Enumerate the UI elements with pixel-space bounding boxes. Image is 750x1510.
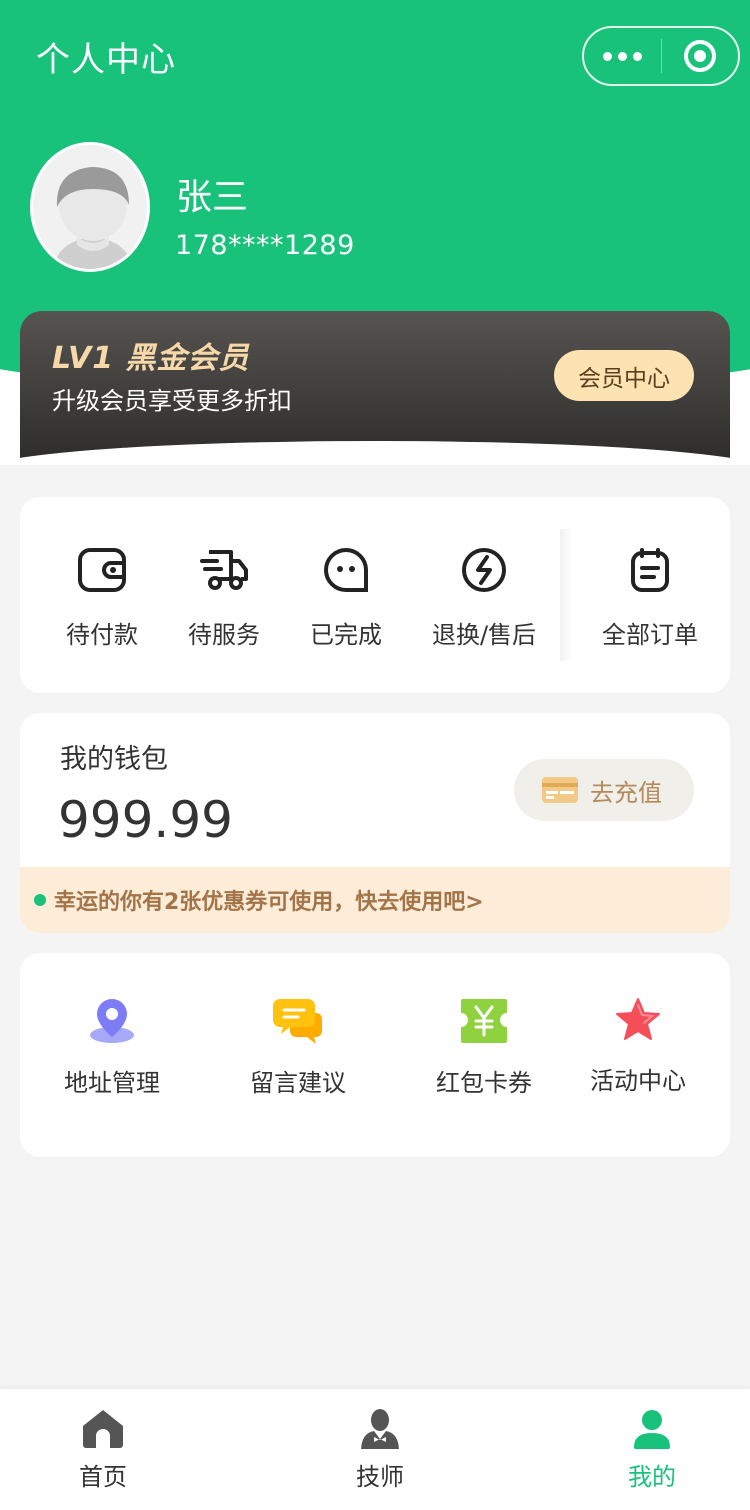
wallet-title: 我的钱包 xyxy=(60,744,168,775)
vip-card[interactable]: LV1 黑金会员 升级会员享受更多折扣 会员中心 xyxy=(20,311,730,461)
avatar[interactable] xyxy=(30,142,150,272)
service-address[interactable]: 地址管理 xyxy=(42,997,182,1098)
service-coupons[interactable]: 红包卡券 xyxy=(414,997,554,1098)
service-label: 地址管理 xyxy=(64,1069,160,1097)
target-circle-icon[interactable] xyxy=(662,40,739,72)
order-item-label: 已完成 xyxy=(310,621,382,649)
order-card: 待付款 待服务 已完成 退换/售后 全部订单 xyxy=(20,497,730,693)
technician-icon xyxy=(361,1409,399,1449)
coupon-notice-text: 幸运的你有2张优惠券可使用，快去使用吧> xyxy=(54,890,484,915)
tab-label: 技师 xyxy=(356,1463,404,1491)
service-feedback[interactable]: 留言建议 xyxy=(228,997,368,1098)
user-icon xyxy=(634,1410,670,1449)
delivery-truck-icon xyxy=(200,550,248,590)
service-label: 活动中心 xyxy=(590,1067,686,1095)
service-label: 留言建议 xyxy=(250,1069,346,1097)
order-item-pending-service[interactable]: 待服务 xyxy=(159,547,289,650)
user-name: 张三 xyxy=(176,177,249,218)
exchange-icon xyxy=(462,548,506,592)
order-item-pending-payment[interactable]: 待付款 xyxy=(37,547,167,650)
more-dots-icon[interactable] xyxy=(584,51,661,61)
notice-dot-icon xyxy=(34,894,46,906)
recharge-label: 去充值 xyxy=(590,778,662,807)
chat-bubbles-icon xyxy=(273,999,322,1044)
order-list-icon xyxy=(631,548,669,592)
page-title: 个人中心 xyxy=(36,40,176,80)
recharge-button[interactable]: 去充值 xyxy=(514,759,694,821)
order-item-completed[interactable]: 已完成 xyxy=(281,547,411,650)
order-item-label: 退换/售后 xyxy=(431,621,537,649)
order-item-label: 待付款 xyxy=(66,621,138,649)
vip-level-title: LV1 黑金会员 xyxy=(52,341,250,376)
coupon-notice[interactable]: 幸运的你有2张优惠券可使用，快去使用吧> xyxy=(20,867,730,933)
tab-technician[interactable]: 技师 xyxy=(320,1409,440,1492)
star-icon xyxy=(616,998,660,1040)
order-item-refund[interactable]: 退换/售后 xyxy=(419,547,549,650)
service-label: 红包卡券 xyxy=(436,1069,532,1097)
default-avatar-icon xyxy=(33,145,147,269)
location-pin-icon xyxy=(90,999,134,1043)
order-item-all[interactable]: 全部订单 xyxy=(585,547,715,650)
bottom-tab-bar: 首页 技师 我的 xyxy=(0,1388,750,1510)
wallet-icon xyxy=(78,548,126,592)
coupon-yen-icon xyxy=(461,999,507,1043)
card-icon xyxy=(542,777,578,803)
member-center-button[interactable]: 会员中心 xyxy=(554,350,694,401)
wallet-balance: 999.99 xyxy=(58,791,233,849)
tab-label: 我的 xyxy=(628,1463,676,1491)
wallet-card: 我的钱包 999.99 去充值 幸运的你有2张优惠券可使用，快去使用吧> xyxy=(20,713,730,933)
service-activity[interactable]: 活动中心 xyxy=(568,997,708,1096)
tab-mine[interactable]: 我的 xyxy=(592,1409,712,1492)
smile-face-icon xyxy=(324,547,368,592)
order-divider xyxy=(560,529,572,661)
home-icon xyxy=(83,1410,123,1448)
service-card: 地址管理 留言建议 红包卡券 活动中心 xyxy=(20,953,730,1157)
tab-label: 首页 xyxy=(79,1463,127,1491)
order-item-label: 待服务 xyxy=(188,621,260,649)
mini-program-capsule[interactable] xyxy=(582,26,740,86)
vip-subtitle: 升级会员享受更多折扣 xyxy=(52,387,292,415)
tab-home[interactable]: 首页 xyxy=(43,1409,163,1492)
user-phone: 178****1289 xyxy=(175,230,355,261)
order-item-label: 全部订单 xyxy=(602,621,698,649)
